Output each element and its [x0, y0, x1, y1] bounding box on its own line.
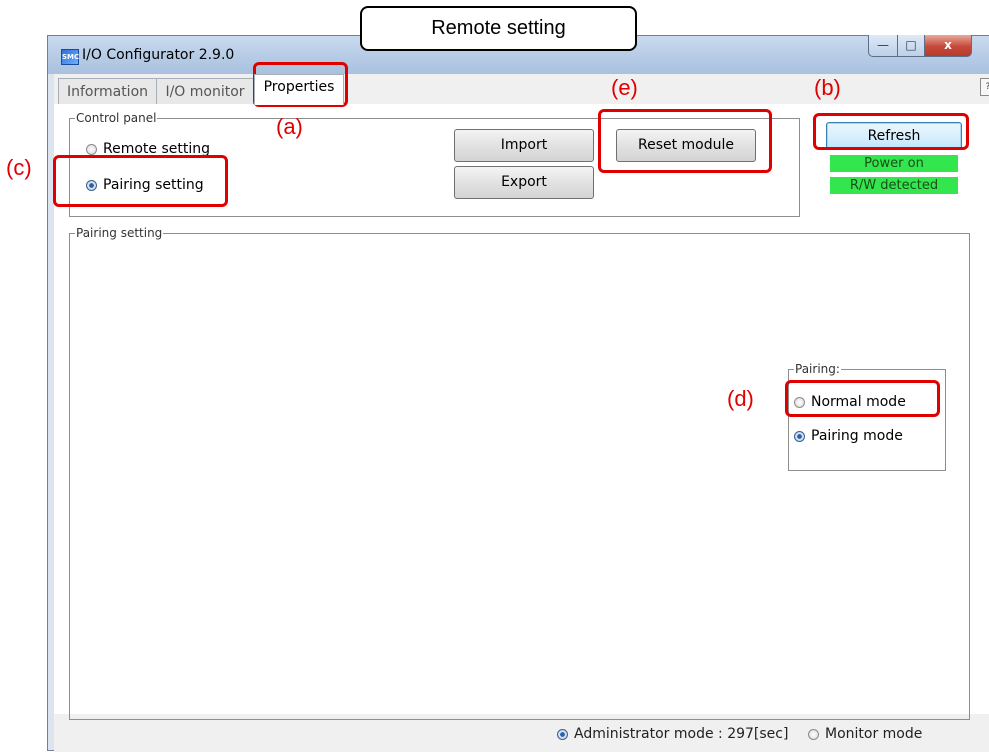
export-button[interactable]: Export [454, 166, 594, 199]
monitor-mode-radio[interactable]: Monitor mode [808, 726, 922, 742]
annotation-box-c [53, 155, 228, 207]
pairing-mode-radio[interactable]: Pairing mode [794, 428, 903, 444]
tab-properties[interactable]: Properties [254, 74, 344, 105]
annotation-label-d: (d) [727, 386, 754, 411]
pairing-setting-legend: Pairing setting [76, 226, 163, 240]
annotation-label-a: (a) [276, 114, 303, 139]
radio-checked-icon [794, 430, 805, 442]
pairing-mode-legend: Pairing: [795, 362, 840, 376]
app-icon: SMC [61, 49, 79, 65]
window-title: I/O Configurator 2.9.0 [82, 47, 235, 63]
admin-mode-label: Administrator mode : 297[sec] [574, 726, 789, 742]
annotation-label-b: (b) [814, 75, 841, 100]
annotation-box-b [813, 113, 969, 150]
pairing-setting-group: Pairing setting [69, 227, 970, 720]
radio-checked-icon [557, 728, 568, 740]
help-button[interactable]: ? [980, 78, 989, 96]
tab-io-monitor[interactable]: I/O monitor [156, 78, 254, 104]
monitor-mode-label: Monitor mode [825, 726, 923, 742]
radio-unchecked-icon [86, 143, 97, 155]
annotation-box-d [785, 380, 940, 417]
close-button[interactable]: x [924, 35, 972, 57]
admin-mode-radio[interactable]: Administrator mode : 297[sec] [557, 726, 788, 742]
tab-information[interactable]: Information [58, 78, 157, 104]
annotation-label-c: (c) [6, 155, 32, 180]
import-button[interactable]: Import [454, 129, 594, 162]
control-panel-legend: Control panel [76, 111, 157, 125]
remote-setting-callout: Remote setting [360, 6, 637, 51]
pairing-mode-label: Pairing mode [811, 428, 903, 444]
tab-strip: Information I/O monitor Properties ? [54, 74, 989, 105]
radio-unchecked-icon [808, 728, 819, 740]
minimize-button[interactable]: — [868, 35, 898, 57]
annotation-box-e [598, 109, 772, 173]
annotation-label-e: (e) [611, 75, 638, 100]
maximize-button[interactable]: □ [897, 35, 925, 57]
power-status-indicator: Power on [830, 155, 958, 172]
rw-status-indicator: R/W detected [830, 177, 958, 194]
